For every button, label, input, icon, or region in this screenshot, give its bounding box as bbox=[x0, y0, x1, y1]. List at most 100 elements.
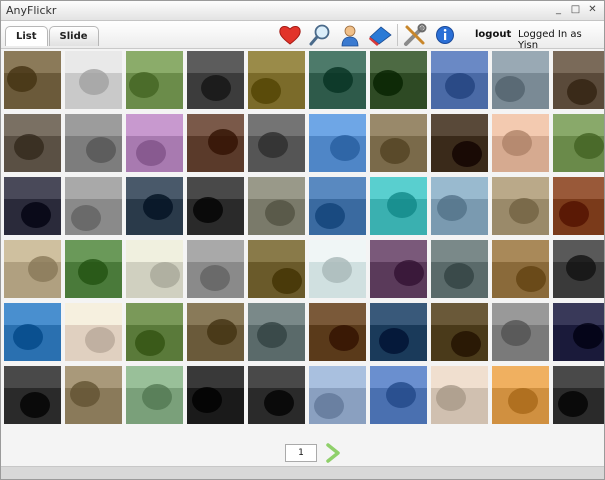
photo-thumbnail[interactable] bbox=[187, 303, 244, 361]
photo-thumbnail[interactable] bbox=[126, 114, 183, 172]
photo-thumbnail[interactable] bbox=[370, 303, 427, 361]
photo-thumbnail[interactable] bbox=[553, 51, 604, 109]
page-number-input[interactable] bbox=[285, 444, 317, 462]
photo-thumbnail[interactable] bbox=[431, 51, 488, 109]
toolbar-divider bbox=[397, 23, 398, 46]
user-icon bbox=[341, 25, 359, 46]
photo-thumbnail[interactable] bbox=[309, 114, 366, 172]
photo-thumbnail[interactable] bbox=[126, 51, 183, 109]
photo-thumbnail[interactable] bbox=[4, 177, 61, 235]
photo-thumbnail[interactable] bbox=[492, 114, 549, 172]
photo-thumbnail[interactable] bbox=[65, 366, 122, 424]
photo-image bbox=[4, 51, 61, 109]
photo-thumbnail[interactable] bbox=[370, 240, 427, 298]
photo-thumbnail[interactable] bbox=[187, 114, 244, 172]
photo-image bbox=[370, 303, 427, 361]
photo-thumbnail[interactable] bbox=[187, 51, 244, 109]
photo-image bbox=[126, 51, 183, 109]
photo-image bbox=[309, 51, 366, 109]
photo-thumbnail[interactable] bbox=[492, 240, 549, 298]
photo-image bbox=[309, 240, 366, 298]
photo-image bbox=[126, 177, 183, 235]
photo-thumbnail[interactable] bbox=[4, 303, 61, 361]
photo-thumbnail[interactable] bbox=[126, 303, 183, 361]
photo-thumbnail[interactable] bbox=[553, 303, 604, 361]
user-button[interactable] bbox=[335, 21, 365, 48]
heart-icon bbox=[279, 25, 301, 45]
photo-thumbnail[interactable] bbox=[4, 240, 61, 298]
photo-image bbox=[65, 240, 122, 298]
close-button[interactable]: ✕ bbox=[585, 3, 600, 17]
photo-image bbox=[553, 303, 604, 361]
photo-image bbox=[553, 366, 604, 424]
photo-thumbnail[interactable] bbox=[309, 240, 366, 298]
photo-thumbnail[interactable] bbox=[431, 366, 488, 424]
photo-image bbox=[248, 51, 305, 109]
photo-thumbnail[interactable] bbox=[553, 114, 604, 172]
photo-thumbnail[interactable] bbox=[309, 177, 366, 235]
photo-thumbnail[interactable] bbox=[309, 366, 366, 424]
photo-thumbnail[interactable] bbox=[553, 240, 604, 298]
photo-thumbnail[interactable] bbox=[492, 303, 549, 361]
photo-thumbnail[interactable] bbox=[553, 366, 604, 424]
photo-image bbox=[431, 114, 488, 172]
photo-thumbnail[interactable] bbox=[4, 366, 61, 424]
photo-thumbnail[interactable] bbox=[309, 51, 366, 109]
photo-thumbnail[interactable] bbox=[370, 51, 427, 109]
photo-thumbnail[interactable] bbox=[370, 177, 427, 235]
tab-slide[interactable]: Slide bbox=[48, 26, 99, 46]
title-bar[interactable]: AnyFlickr _ □ ✕ bbox=[1, 1, 604, 21]
search-button[interactable] bbox=[305, 21, 335, 48]
photo-thumbnail[interactable] bbox=[187, 240, 244, 298]
photo-thumbnail[interactable] bbox=[309, 303, 366, 361]
settings-button[interactable] bbox=[400, 21, 430, 48]
photo-thumbnail[interactable] bbox=[492, 51, 549, 109]
pagination bbox=[1, 441, 604, 465]
photo-thumbnail[interactable] bbox=[65, 114, 122, 172]
tab-list[interactable]: List bbox=[5, 26, 48, 46]
photo-thumbnail[interactable] bbox=[248, 366, 305, 424]
photo-thumbnail[interactable] bbox=[248, 303, 305, 361]
photo-thumbnail[interactable] bbox=[126, 177, 183, 235]
photo-thumbnail[interactable] bbox=[248, 51, 305, 109]
photo-image bbox=[492, 240, 549, 298]
photo-thumbnail[interactable] bbox=[187, 177, 244, 235]
logout-link[interactable]: logout bbox=[475, 29, 511, 40]
photo-thumbnail[interactable] bbox=[248, 114, 305, 172]
photo-thumbnail[interactable] bbox=[65, 303, 122, 361]
photo-thumbnail[interactable] bbox=[553, 177, 604, 235]
photo-thumbnail[interactable] bbox=[248, 177, 305, 235]
photo-thumbnail[interactable] bbox=[431, 114, 488, 172]
photo-thumbnail[interactable] bbox=[431, 240, 488, 298]
maximize-button[interactable]: □ bbox=[568, 3, 583, 17]
photo-thumbnail[interactable] bbox=[492, 177, 549, 235]
toolbar: List Slide logout Logged In as Yisn bbox=[1, 21, 604, 51]
photo-thumbnail[interactable] bbox=[65, 51, 122, 109]
photo-thumbnail[interactable] bbox=[431, 177, 488, 235]
next-page-button[interactable] bbox=[325, 443, 341, 467]
photo-image bbox=[65, 51, 122, 109]
photo-image bbox=[4, 177, 61, 235]
photo-thumbnail[interactable] bbox=[65, 240, 122, 298]
minimize-button[interactable]: _ bbox=[551, 3, 566, 17]
photo-thumbnail[interactable] bbox=[4, 51, 61, 109]
favorites-button[interactable] bbox=[275, 21, 305, 48]
info-icon bbox=[436, 25, 454, 44]
photo-thumbnail[interactable] bbox=[431, 303, 488, 361]
photo-image bbox=[370, 51, 427, 109]
photo-thumbnail[interactable] bbox=[126, 240, 183, 298]
photo-thumbnail[interactable] bbox=[65, 177, 122, 235]
photo-thumbnail[interactable] bbox=[248, 240, 305, 298]
photo-thumbnail[interactable] bbox=[4, 114, 61, 172]
upload-button[interactable] bbox=[365, 21, 395, 48]
photo-image bbox=[126, 366, 183, 424]
photo-thumbnail[interactable] bbox=[126, 366, 183, 424]
info-button[interactable] bbox=[430, 21, 460, 48]
photo-image bbox=[309, 366, 366, 424]
photo-image bbox=[65, 303, 122, 361]
photo-thumbnail[interactable] bbox=[370, 366, 427, 424]
photo-thumbnail[interactable] bbox=[370, 114, 427, 172]
photo-image bbox=[309, 303, 366, 361]
photo-thumbnail[interactable] bbox=[187, 366, 244, 424]
photo-thumbnail[interactable] bbox=[492, 366, 549, 424]
